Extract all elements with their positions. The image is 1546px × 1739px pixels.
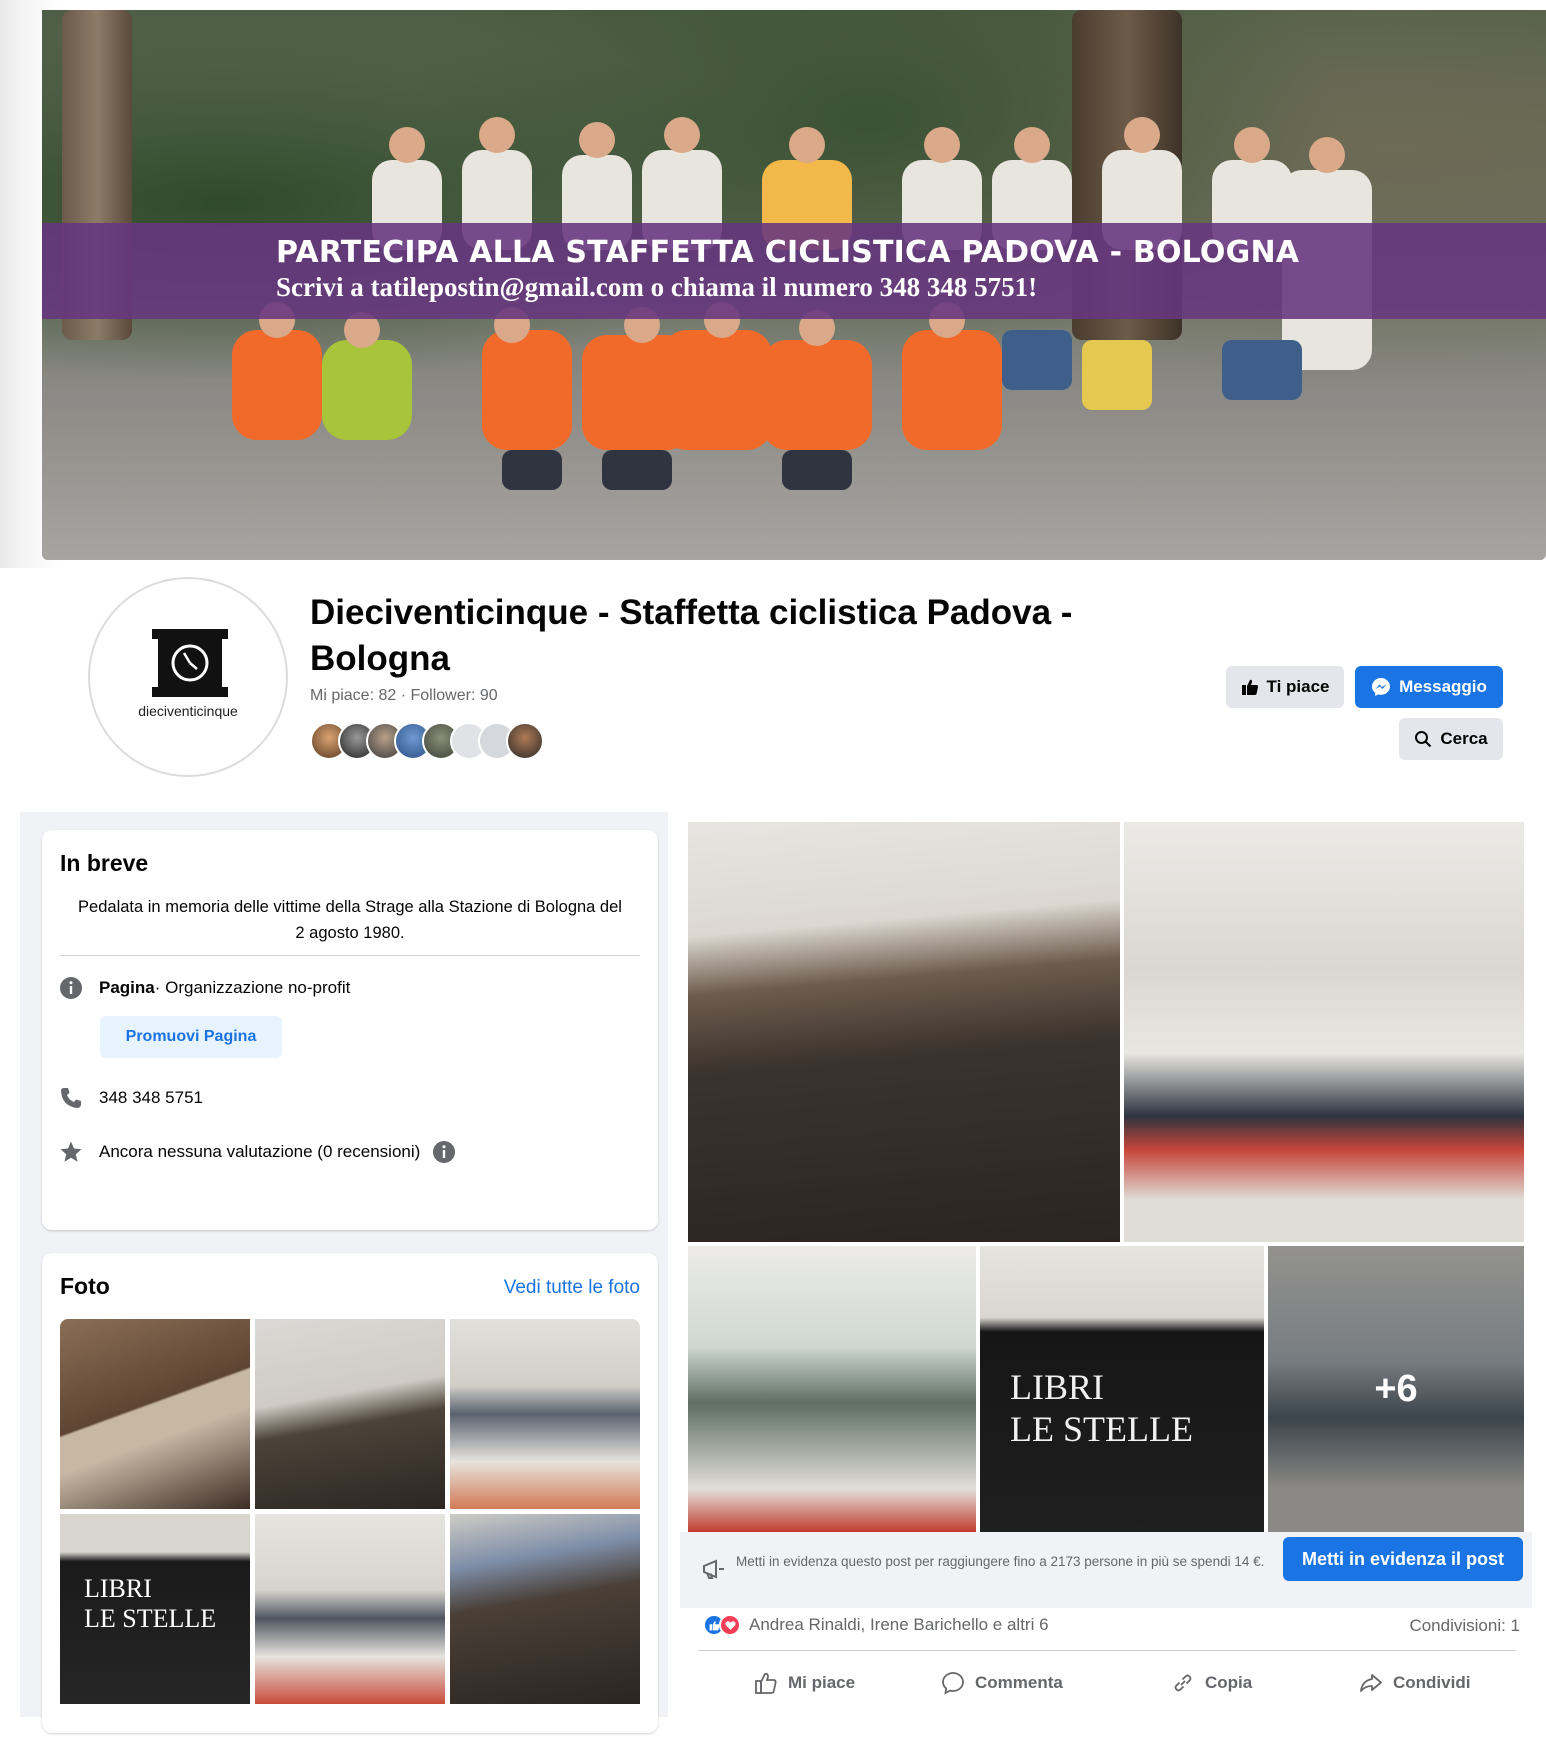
see-all-photos-link[interactable]: Vedi tutte le foto (504, 1277, 640, 1299)
intro-card: In breve Pedalata in memoria delle vitti… (42, 830, 658, 1230)
post-poster-text: LIBRI LE STELLE (1010, 1367, 1193, 1449)
photo-grid: LIBRI LE STELLE (60, 1319, 640, 1739)
rating-row: Ancora nessuna valutazione (0 recensioni… (58, 1139, 456, 1165)
clock-logo-icon (152, 629, 228, 697)
boost-post-button[interactable]: Metti in evidenza il post (1283, 1537, 1523, 1581)
like-page-button[interactable]: Ti piace (1226, 666, 1344, 708)
post-photo[interactable] (1124, 822, 1524, 1242)
phone-icon (58, 1085, 84, 1111)
message-button[interactable]: Messaggio (1355, 666, 1503, 708)
page-type-row: Pagina · Organizzazione no-profit (58, 975, 350, 1001)
search-icon (1415, 731, 1432, 748)
photo-thumbnail[interactable] (60, 1319, 250, 1509)
photo-thumbnail[interactable] (450, 1514, 640, 1704)
rating-text: Ancora nessuna valutazione (0 recensioni… (99, 1142, 421, 1161)
copy-button[interactable]: Copia (1171, 1666, 1252, 1700)
like-post-button[interactable]: Mi piace (754, 1666, 855, 1700)
comment-icon (942, 1672, 964, 1695)
message-label: Messaggio (1399, 677, 1487, 696)
page-stats[interactable]: Mi piace: 82 · Follower: 90 (310, 687, 498, 705)
photo-thumbnail[interactable] (255, 1319, 445, 1509)
avatar[interactable] (506, 722, 544, 760)
comment-button[interactable]: Commenta (941, 1666, 1063, 1700)
messenger-icon (1372, 678, 1391, 696)
share-label: Condividi (1393, 1673, 1471, 1692)
profile-avatar[interactable]: dieciventicinque (88, 577, 288, 777)
cover-banner-title: PARTECIPA ALLA STAFFETTA CICLISTICA PADO… (276, 235, 1300, 270)
cover-photo[interactable]: PARTECIPA ALLA STAFFETTA CICLISTICA PADO… (42, 10, 1546, 560)
star-icon (58, 1139, 84, 1165)
divider (698, 1650, 1516, 1651)
search-label: Cerca (1440, 729, 1488, 748)
intro-description: Pedalata in memoria delle vittime della … (78, 898, 622, 942)
phone-row: 348 348 5751 (58, 1085, 203, 1111)
thumbs-up-icon (1241, 679, 1258, 695)
photo-thumbnail[interactable] (255, 1514, 445, 1704)
share-button[interactable]: Condividi (1359, 1666, 1470, 1700)
promote-page-button[interactable]: Promuovi Pagina (100, 1016, 282, 1058)
more-photos-count[interactable]: +6 (1268, 1246, 1524, 1532)
page-type-label: Pagina (99, 978, 155, 997)
photos-card: Foto Vedi tutte le foto LIBRI LE STELLE (42, 1253, 658, 1733)
cover-banner-subtitle: Scrivi a tatilepostin@gmail.com o chiama… (276, 272, 1038, 302)
page-title: Dieciventicinque - Staffetta ciclistica … (310, 593, 1073, 678)
shares-count[interactable]: Condivisioni: 1 (1409, 1616, 1520, 1636)
photo-thumbnail[interactable]: LIBRI LE STELLE (60, 1514, 250, 1704)
avatar-logo-text: dieciventicinque (138, 703, 238, 719)
boost-text: Metti in evidenza questo post per raggiu… (736, 1554, 1265, 1569)
intro-title: In breve (60, 850, 149, 876)
info-icon (58, 975, 84, 1001)
reactions-summary[interactable]: Andrea Rinaldi, Irene Barichello e altri… (703, 1614, 1049, 1636)
share-icon (1360, 1674, 1382, 1692)
copy-label: Copia (1205, 1673, 1253, 1692)
cover-area: PARTECIPA ALLA STAFFETTA CICLISTICA PADO… (0, 0, 1546, 568)
phone-number[interactable]: 348 348 5751 (99, 1088, 203, 1108)
like-page-label: Ti piace (1266, 677, 1330, 696)
photos-title: Foto (60, 1273, 110, 1299)
thumbs-up-outline-icon (755, 1672, 777, 1694)
comment-label: Commenta (975, 1673, 1063, 1692)
post-photo[interactable]: +6 (1268, 1246, 1524, 1532)
post-photo[interactable] (688, 822, 1120, 1242)
divider (60, 955, 640, 956)
love-reaction-icon (719, 1614, 741, 1636)
post-card: LIBRI LE STELLE +6 Metti in evidenza ques… (680, 812, 1532, 1717)
page-type-value: · Organizzazione no-profit (154, 978, 351, 997)
reaction-icons (703, 1614, 741, 1636)
reactions-text: Andrea Rinaldi, Irene Barichello e altri… (749, 1615, 1049, 1634)
post-photo[interactable]: LIBRI LE STELLE (980, 1246, 1264, 1532)
photo-thumbnail[interactable] (450, 1319, 640, 1509)
link-icon (1174, 1674, 1192, 1692)
photo-poster-text: LIBRI LE STELLE (84, 1574, 217, 1633)
like-post-label: Mi piace (788, 1673, 856, 1692)
rating-info-icon[interactable] (432, 1140, 456, 1164)
post-photo[interactable] (688, 1246, 976, 1532)
megaphone-icon (703, 1559, 724, 1579)
search-page-button[interactable]: Cerca (1399, 718, 1503, 760)
